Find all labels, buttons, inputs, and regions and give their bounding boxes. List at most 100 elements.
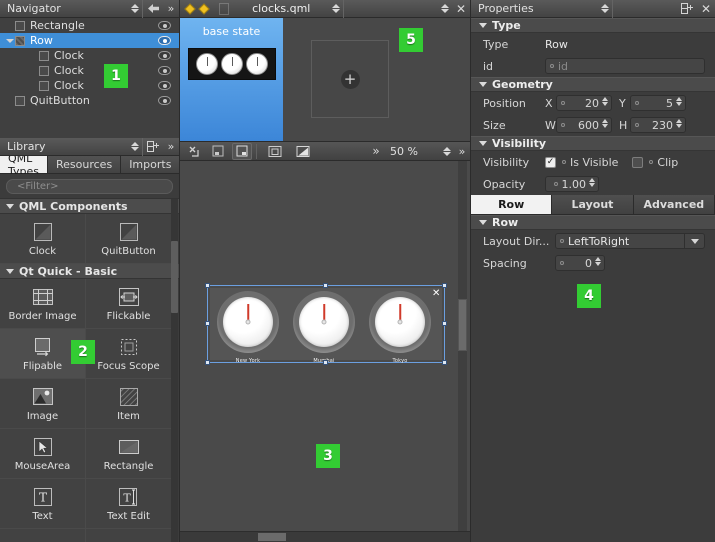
library-item-flickable[interactable]: Flickable (86, 279, 172, 329)
navigator-item-quitbutton[interactable]: QuitButton (0, 93, 179, 108)
library-item-text[interactable]: T Text (0, 479, 86, 529)
library-group-qt-quick-basic[interactable]: Qt Quick - Basic (0, 264, 179, 279)
resize-handle[interactable] (442, 360, 447, 365)
visibility-eye-icon[interactable] (158, 81, 171, 90)
spacing-spinbox[interactable]: 0 (555, 255, 605, 271)
add-state-button[interactable]: + (311, 40, 389, 118)
library-item-mousearea[interactable]: MouseArea (0, 429, 86, 479)
section-header-visibility[interactable]: Visibility (471, 136, 715, 151)
library-item-partial[interactable] (0, 529, 86, 542)
library-item-border-image[interactable]: Border Image (0, 279, 86, 329)
y-spinbox[interactable]: 5 (630, 95, 686, 111)
library-tab-qml-types[interactable]: QML Types (0, 152, 48, 178)
bookmark-prev-icon[interactable] (184, 2, 196, 15)
resize-handle[interactable] (205, 360, 210, 365)
properties-tab-layout[interactable]: Layout (552, 195, 634, 214)
id-field[interactable]: id (545, 58, 705, 74)
add-pane-icon[interactable] (677, 0, 697, 18)
document-selector-icon[interactable] (329, 4, 343, 13)
clock-item[interactable]: Tokyo (362, 288, 438, 364)
library-item-text-edit[interactable]: T Text Edit (86, 479, 172, 529)
library-item-partial[interactable] (86, 529, 172, 542)
library-item-image[interactable]: Image (0, 379, 86, 429)
library-item-rectangle[interactable]: Rectangle (86, 429, 172, 479)
section-header-row[interactable]: Row (471, 215, 715, 230)
align-right-icon[interactable] (232, 142, 252, 160)
navigator-item-clock[interactable]: Clock (0, 78, 179, 93)
x-stepper[interactable] (602, 97, 608, 106)
clip-checkbox[interactable] (632, 156, 644, 168)
library-group-qml-components[interactable]: QML Components (0, 199, 179, 214)
is-visible-checkbox[interactable]: ✓ (545, 156, 556, 168)
height-spinbox[interactable]: 230 (630, 117, 686, 133)
library-scrollbar[interactable] (171, 199, 178, 542)
form-editor-canvas[interactable]: New York Mumbai (180, 161, 470, 542)
zoom-stepper[interactable] (440, 146, 454, 156)
navigator-item-clock[interactable]: Clock (0, 63, 179, 78)
anchor-reset-icon[interactable] (184, 143, 204, 160)
width-spinbox[interactable]: 600 (556, 117, 612, 133)
close-icon[interactable]: ✕ (452, 0, 470, 18)
double-chevron-icon[interactable]: » (163, 0, 179, 18)
width-stepper[interactable] (602, 119, 608, 128)
resize-handle[interactable] (442, 321, 447, 326)
properties-tab-advanced[interactable]: Advanced (633, 195, 715, 214)
library-tab-resources[interactable]: Resources (48, 156, 122, 173)
opacity-stepper[interactable] (589, 178, 595, 187)
clock-item[interactable]: New York (210, 288, 286, 364)
navigator-item-clock[interactable]: Clock (0, 48, 179, 63)
resize-handle[interactable] (442, 283, 447, 288)
double-chevron-icon[interactable]: » (454, 142, 470, 160)
fit-selection-icon[interactable] (265, 143, 285, 160)
navigator-selector-icon[interactable] (128, 4, 142, 13)
resize-handle[interactable] (323, 283, 328, 288)
library-item-quitbutton[interactable]: QuitButton (86, 214, 172, 264)
section-header-type[interactable]: Type (471, 18, 715, 33)
remove-selection-icon[interactable]: ✕ (432, 289, 440, 299)
resize-handle[interactable] (205, 321, 210, 326)
x-spinbox[interactable]: 20 (556, 95, 612, 111)
expand-arrow-icon[interactable] (4, 38, 15, 43)
open-document-name[interactable]: clocks.qml (234, 2, 329, 15)
library-item-item[interactable]: Item (86, 379, 172, 429)
close-icon[interactable]: ✕ (697, 0, 715, 18)
canvas-horizontal-scrollbar[interactable] (180, 531, 470, 542)
bookmark-next-icon[interactable] (198, 2, 210, 15)
visibility-eye-icon[interactable] (158, 51, 171, 60)
chevron-down-icon[interactable] (684, 233, 704, 249)
align-left-icon[interactable] (208, 143, 228, 160)
library-tab-imports[interactable]: Imports (121, 156, 181, 173)
visibility-eye-icon[interactable] (158, 21, 171, 30)
toggle-background-icon[interactable] (293, 143, 313, 160)
split-selector-icon[interactable] (438, 4, 452, 13)
navigator-tree[interactable]: Rectangle Row Clock Clock Clock QuitButton (0, 18, 179, 138)
state-card-base[interactable]: base state (180, 18, 283, 141)
toolbar-overflow-icon[interactable]: » (368, 142, 384, 160)
layout-direction-combobox[interactable]: LeftToRight (555, 233, 705, 249)
filter-input[interactable]: <Filter> (6, 179, 173, 194)
navigator-item-row[interactable]: Row (0, 33, 179, 48)
resize-handle[interactable] (323, 360, 328, 365)
properties-tab-row[interactable]: Row (471, 195, 553, 214)
navigator-item-label: QuitButton (30, 94, 90, 107)
visibility-eye-icon[interactable] (158, 66, 171, 75)
height-stepper[interactable] (676, 119, 682, 128)
row-item-clocks[interactable]: New York Mumbai (210, 288, 442, 364)
visibility-eye-icon[interactable] (158, 36, 171, 45)
library-item-clock[interactable]: Clock (0, 214, 86, 264)
section-header-geometry[interactable]: Geometry (471, 77, 715, 92)
double-chevron-icon[interactable]: » (163, 138, 179, 156)
visibility-eye-icon[interactable] (158, 96, 171, 105)
canvas-vertical-scrollbar[interactable] (458, 161, 467, 542)
spacing-stepper[interactable] (595, 257, 601, 266)
back-arrow-icon[interactable] (143, 0, 163, 18)
properties-selector-icon[interactable] (598, 4, 612, 13)
library-selector-icon[interactable] (128, 142, 142, 151)
clock-item[interactable]: Mumbai (286, 288, 362, 364)
library-item-focus-scope[interactable]: Focus Scope (86, 329, 172, 379)
opacity-spinbox[interactable]: 1.00 (545, 176, 599, 192)
resize-handle[interactable] (205, 283, 210, 288)
navigator-item-rectangle[interactable]: Rectangle (0, 18, 179, 33)
add-pane-icon[interactable] (143, 138, 163, 156)
y-stepper[interactable] (676, 97, 682, 106)
